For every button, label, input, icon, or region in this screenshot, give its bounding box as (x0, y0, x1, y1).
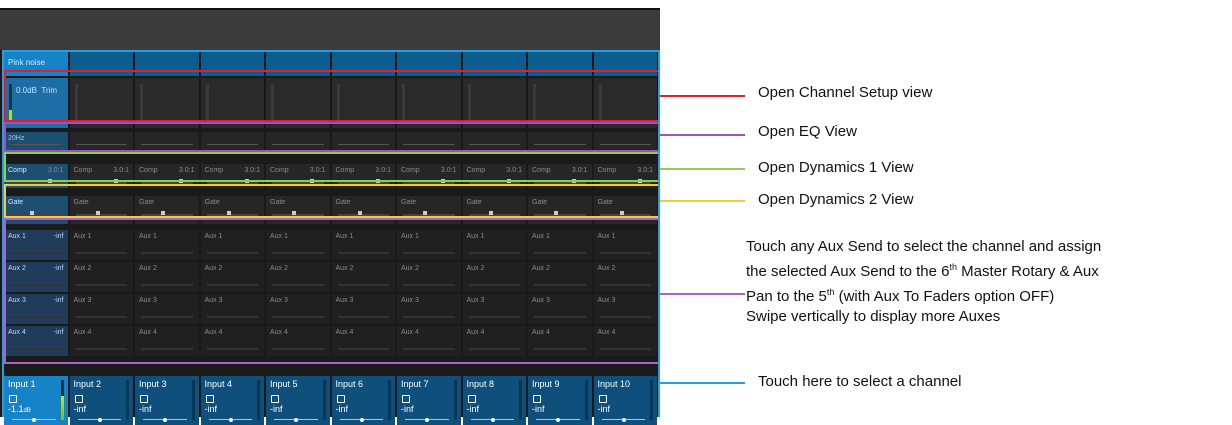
aux-connector (660, 293, 745, 295)
annotation-setup: Open Channel Setup view (758, 84, 933, 101)
fader-knob (425, 418, 429, 422)
fader-knob (32, 418, 36, 422)
annotation-select: Touch here to select a channel (758, 373, 962, 390)
fader-knob (359, 418, 364, 422)
annotation-aux-line1: Touch any Aux Send to select the channel… (746, 238, 1102, 255)
annotation-aux-line4: Swipe vertically to display more Auxes (746, 308, 1001, 325)
annotation-dynamics1: Open Dynamics 1 View (758, 159, 914, 176)
annotation-dynamics2: Open Dynamics 2 View (758, 191, 914, 208)
fader-knob (228, 418, 233, 422)
annotation-aux-line3: Pan to the 5th (with Aux To Faders optio… (746, 287, 1055, 305)
top-bar (0, 8, 660, 50)
fader-knob (97, 418, 102, 422)
annotation-aux: Touch any Aux Send to select the channel… (746, 237, 1230, 327)
eq-connector (660, 134, 745, 136)
channel-select-outline (2, 50, 660, 417)
dyn1-connector (660, 168, 745, 170)
annotation-eq: Open EQ View (758, 123, 857, 140)
select-connector (660, 382, 745, 384)
dyn2-connector (660, 200, 745, 202)
fader-knob (294, 418, 298, 422)
fader-knob (556, 418, 560, 422)
annotation-aux-line2: the selected Aux Send to the 6th Master … (746, 262, 1099, 280)
fader-knob (621, 418, 626, 422)
setup-connector (660, 95, 745, 97)
fader-knob (163, 418, 167, 422)
fader-knob (490, 418, 495, 422)
